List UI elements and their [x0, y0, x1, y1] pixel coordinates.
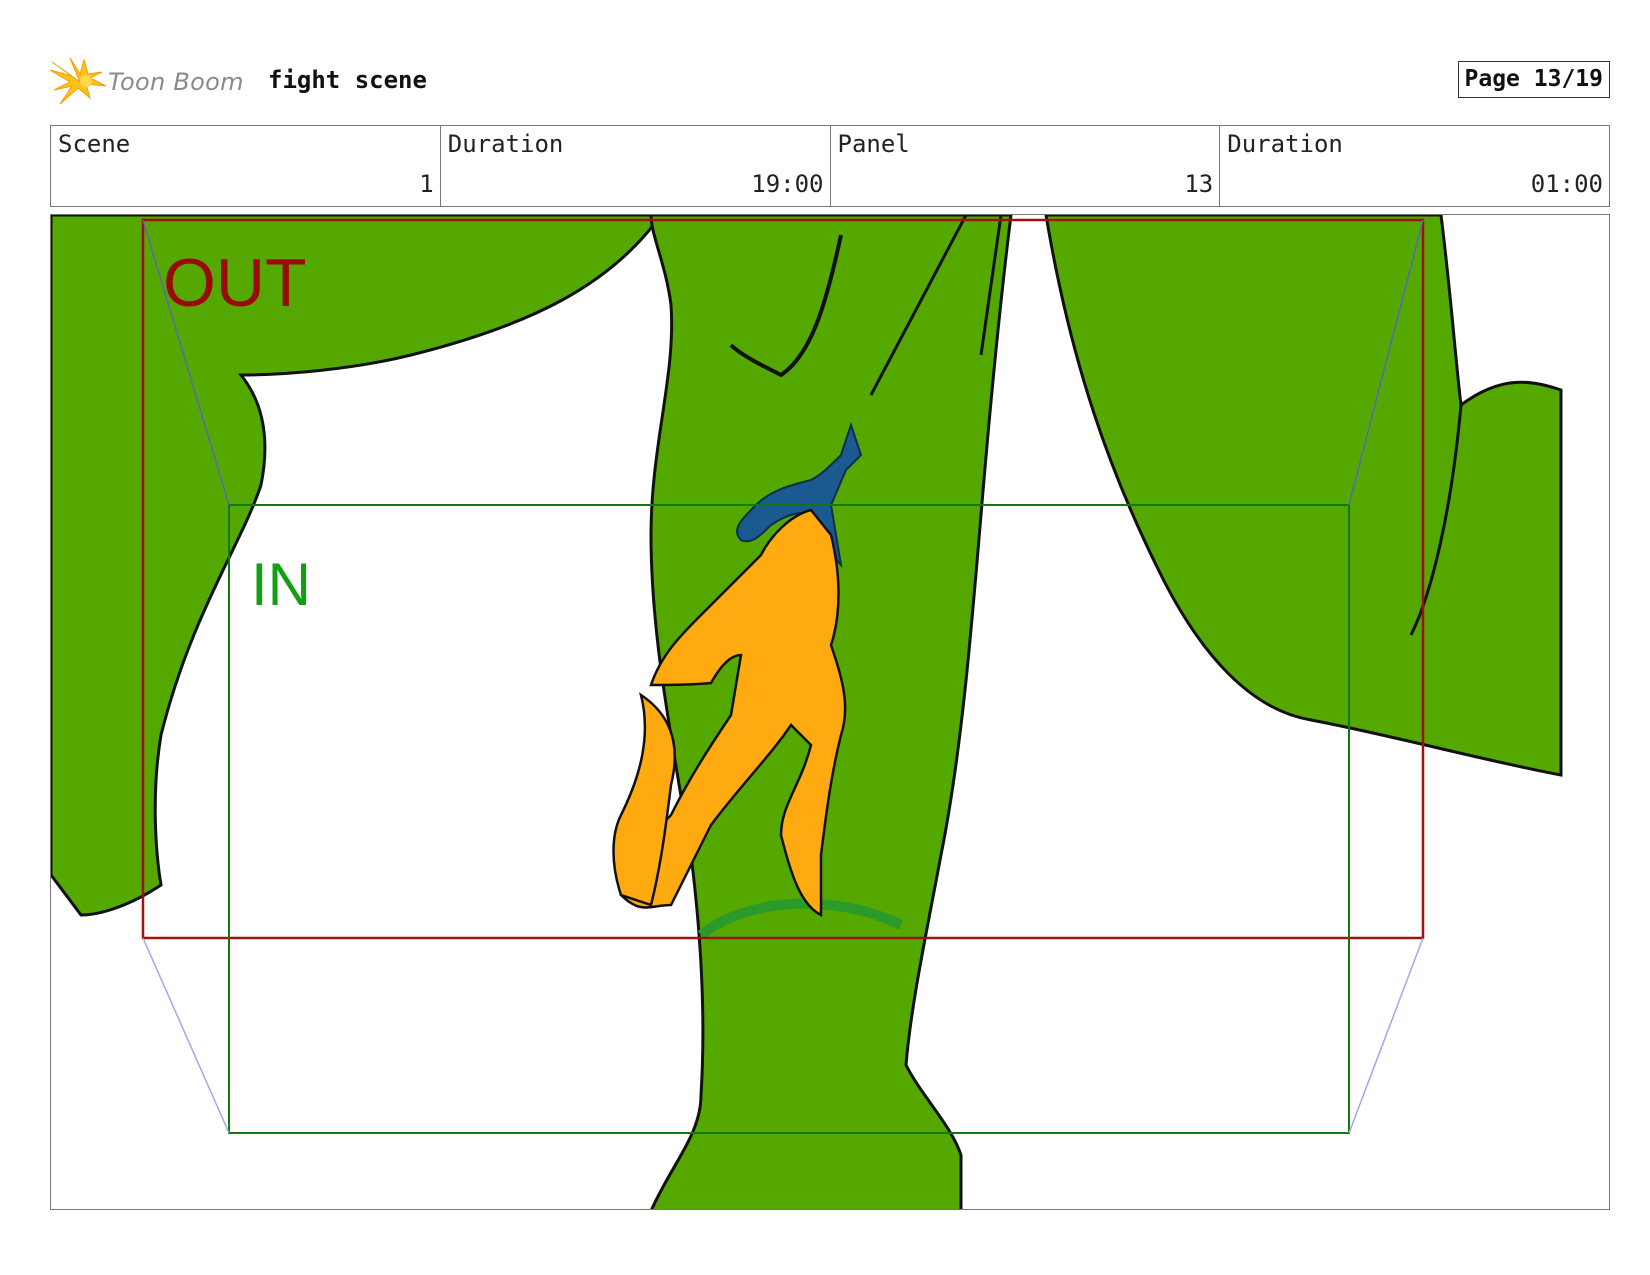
scene-duration-label: Duration: [447, 130, 564, 158]
panel-value: 13: [1184, 170, 1214, 198]
storyboard-header: Toon Boom fight scene Page 13/19: [50, 52, 1610, 110]
scene-duration-cell: Duration 19:00: [441, 126, 831, 206]
scene-cell: Scene 1: [51, 126, 441, 206]
out-frame-label: OUT: [163, 245, 307, 321]
storyboard-panel-image: OUT IN: [50, 214, 1610, 1210]
scene-label: Scene: [58, 130, 131, 158]
in-frame-label: IN: [251, 551, 311, 618]
panel-label: Panel: [837, 130, 910, 158]
scene-duration-value: 19:00: [751, 170, 824, 198]
panel-info-table: Scene 1 Duration 19:00 Panel 13 Duration…: [50, 125, 1610, 207]
panel-duration-value: 01:00: [1530, 170, 1603, 198]
scene-value: 1: [419, 170, 434, 198]
project-title: fight scene: [268, 66, 427, 94]
panel-duration-cell: Duration 01:00: [1220, 126, 1609, 206]
page-indicator: Page 13/19: [1457, 61, 1610, 98]
panel-cell: Panel 13: [831, 126, 1221, 206]
panel-drawing: [51, 215, 1563, 1209]
toon-boom-logo: Toon Boom: [50, 56, 265, 108]
logo-text: Toon Boom: [108, 68, 244, 96]
right-green-shape: [1044, 215, 1563, 777]
starburst-icon: [50, 57, 107, 105]
panel-duration-label: Duration: [1227, 130, 1343, 158]
